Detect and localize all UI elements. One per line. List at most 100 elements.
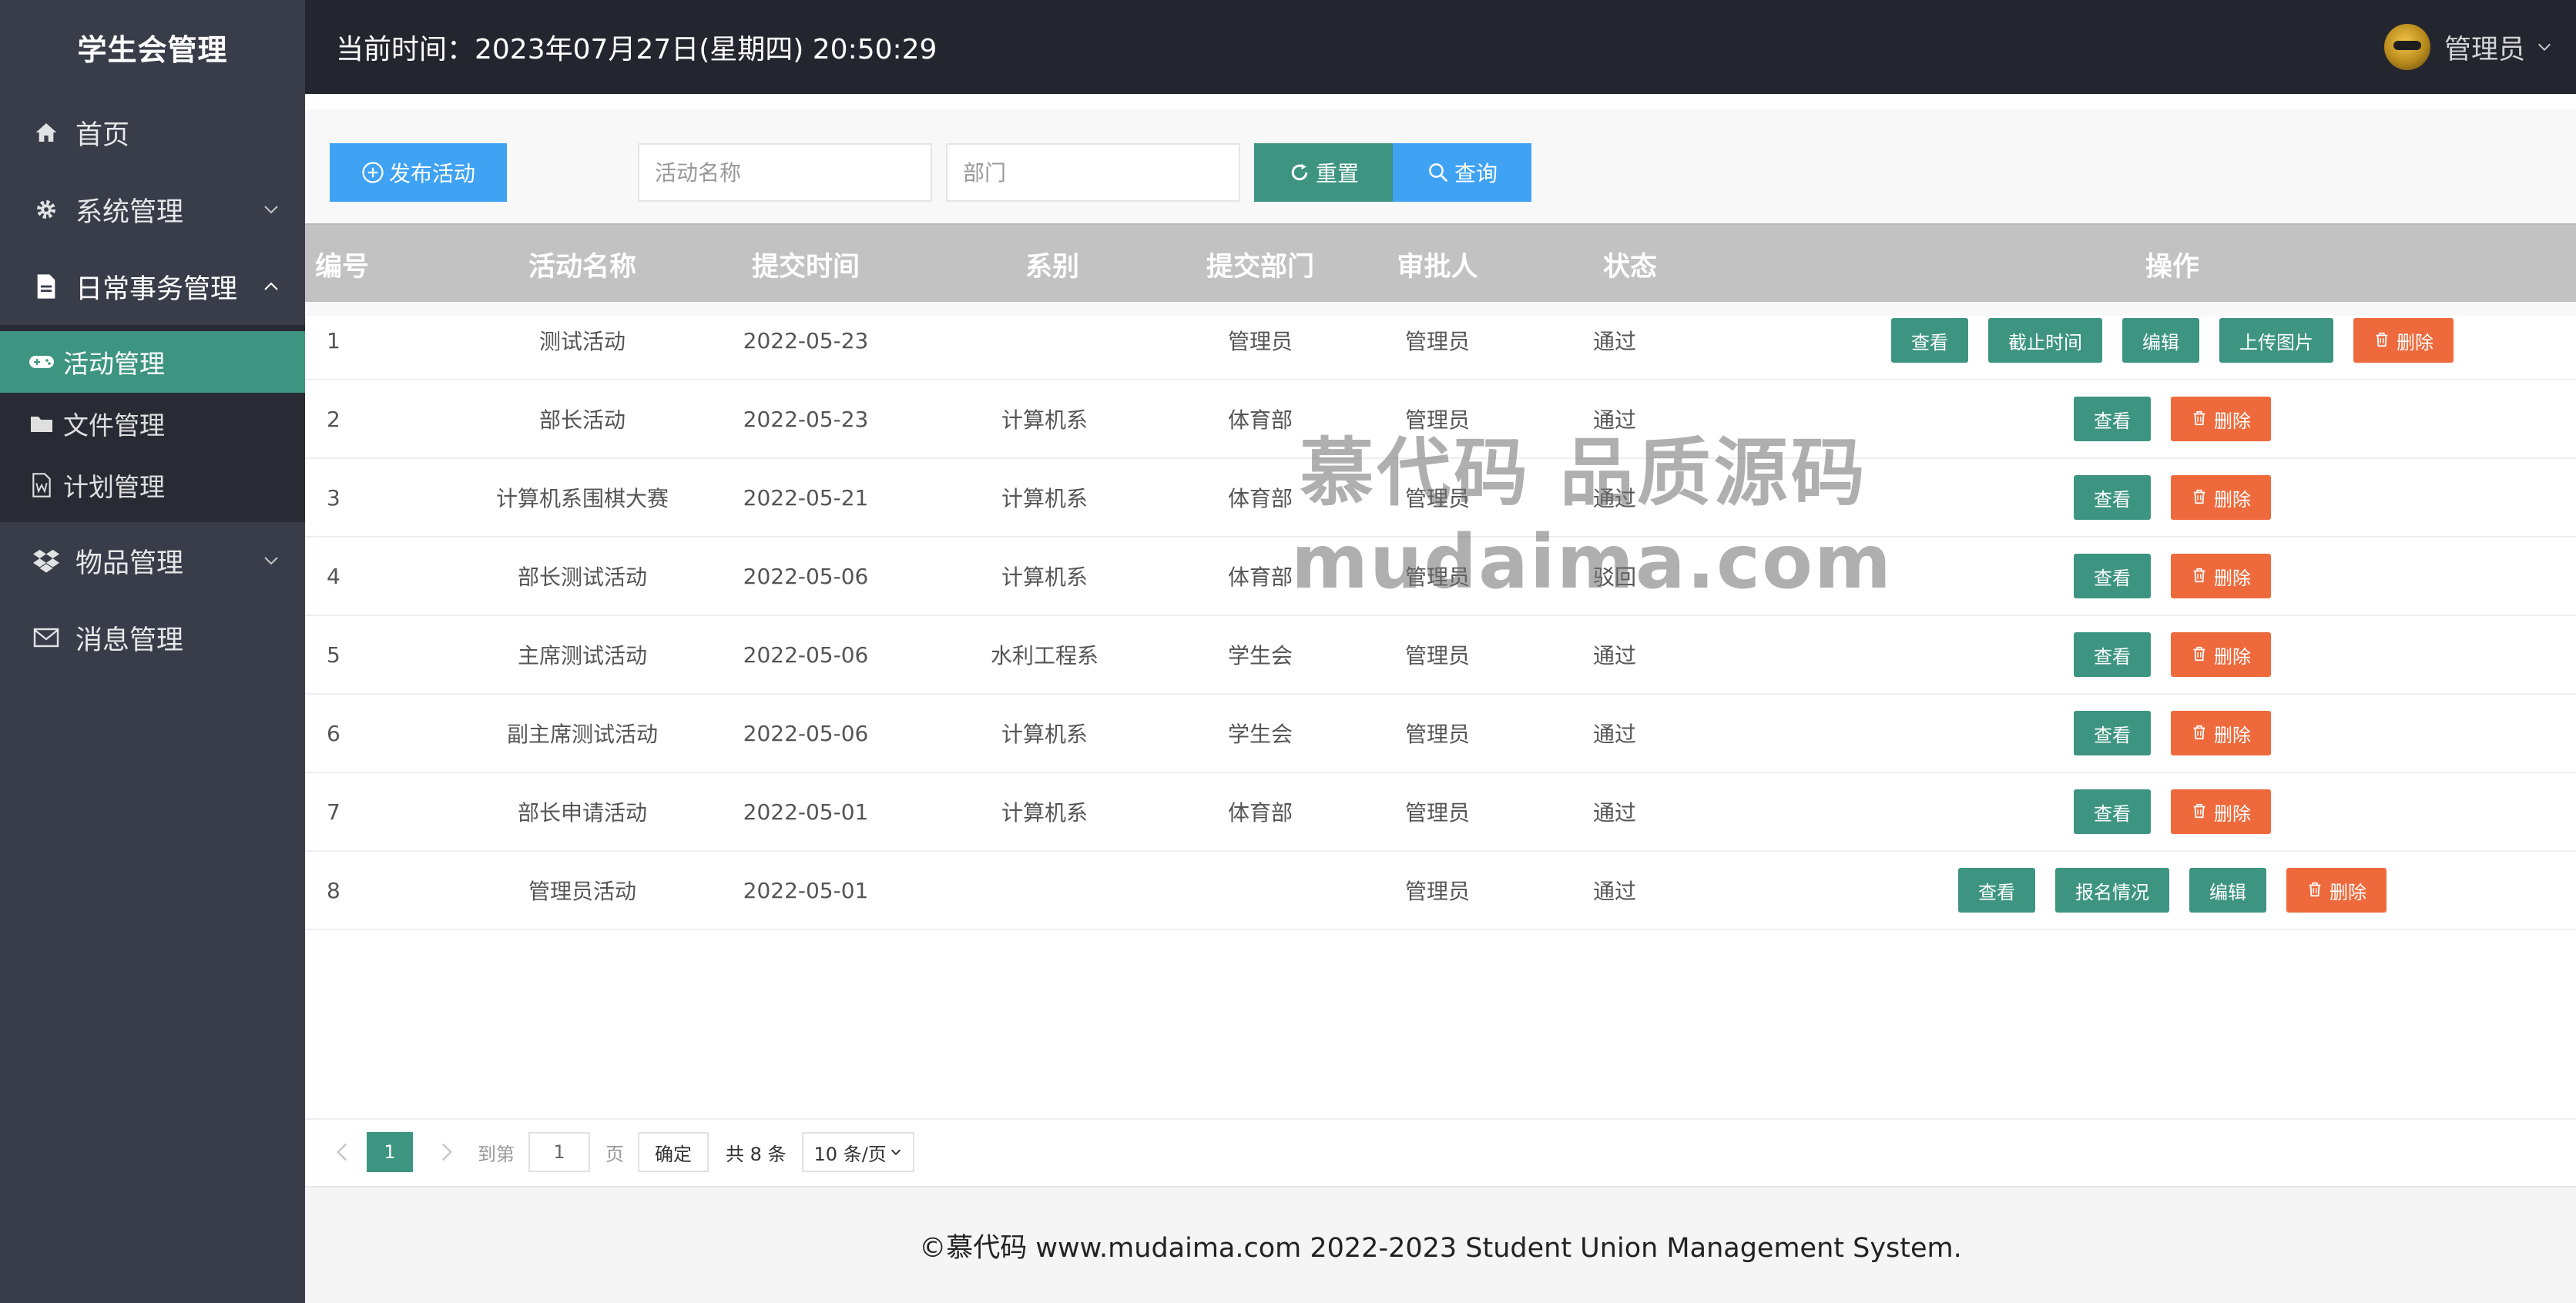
action-label: 报名情况 <box>2075 881 2149 903</box>
cell-time: 2022-05-21 <box>743 484 869 511</box>
query-button[interactable]: 查询 <box>1393 143 1531 202</box>
cell-faculty: 计算机系 <box>1001 486 1088 511</box>
action-label: 删除 <box>2329 881 2366 903</box>
dropbox-icon <box>31 545 62 576</box>
current-time: 当前时间：2023年07月27日(星期四) 20:50:29 <box>336 34 937 65</box>
trash-icon <box>2306 881 2325 899</box>
mail-icon <box>31 622 62 653</box>
action-label: 查看 <box>1911 331 1948 353</box>
column-header: 审批人 <box>1397 251 1478 283</box>
action-button[interactable]: 查看 <box>2074 475 2151 520</box>
action-button[interactable]: 报名情况 <box>2055 868 2169 913</box>
row-actions: 查看 删除 <box>1769 616 2576 693</box>
cell-approver: 管理员 <box>1404 800 1470 826</box>
delete-button[interactable]: 删除 <box>2171 711 2271 755</box>
cell-status: 通过 <box>1592 722 1636 747</box>
cell-faculty: 计算机系 <box>1001 407 1088 433</box>
action-label: 查看 <box>2094 410 2131 432</box>
trash-icon <box>2191 567 2209 585</box>
delete-button[interactable]: 删除 <box>2171 632 2271 677</box>
prev-page-icon[interactable] <box>327 1132 357 1172</box>
sidebar-item-label: 计划管理 <box>63 472 165 502</box>
sidebar-item-messages[interactable]: 消息管理 <box>0 599 305 676</box>
action-button[interactable]: 查看 <box>2074 711 2151 755</box>
sidebar-item-system[interactable]: 系统管理 <box>0 171 305 248</box>
cell-faculty: 水利工程系 <box>990 643 1098 668</box>
total-count: 共 8 条 <box>726 1143 787 1165</box>
action-button[interactable]: 截止时间 <box>1988 318 2102 363</box>
trash-icon <box>2191 645 2209 664</box>
cell-name: 副主席测试活动 <box>506 722 658 747</box>
sidebar-item-files[interactable]: 文件管理 <box>0 393 305 454</box>
cell-dept <box>1160 852 1360 929</box>
sidebar: 学生会管理 首页 系统管理 日常事务管理 活动管理 文件管理 计划管理 物品管理… <box>0 0 305 1303</box>
next-page-icon[interactable] <box>431 1132 462 1172</box>
publish-activity-label: 发布活动 <box>388 161 475 186</box>
trash-icon <box>2191 410 2209 428</box>
publish-activity-button[interactable]: 发布活动 <box>330 143 507 202</box>
row-actions: 查看 删除 <box>1769 773 2576 850</box>
delete-button[interactable]: 删除 <box>2171 475 2271 520</box>
action-label: 查看 <box>1978 881 2015 903</box>
action-button[interactable]: 查看 <box>2074 789 2151 834</box>
column-header: 操作 <box>2145 251 2199 283</box>
page-current[interactable]: 1 <box>367 1132 413 1172</box>
activity-name-input[interactable] <box>638 143 932 202</box>
page-number-input[interactable]: 1 <box>528 1132 590 1172</box>
action-button[interactable]: 查看 <box>2074 397 2151 441</box>
action-label: 删除 <box>2214 567 2251 589</box>
cell-status: 通过 <box>1592 407 1636 433</box>
cell-status: 通过 <box>1592 486 1636 511</box>
cell-name: 计算机系围棋大赛 <box>495 486 669 511</box>
cell-id: 7 <box>327 799 340 825</box>
action-button[interactable]: 查看 <box>2074 632 2151 677</box>
table-row: 7 部长申请活动 2022-05-01 计算机系 体育部 管理员 通过 查看 删除 <box>305 773 2576 852</box>
file-icon <box>31 271 62 302</box>
action-button[interactable]: 查看 <box>1958 868 2035 913</box>
action-button[interactable]: 查看 <box>2074 554 2151 598</box>
action-button[interactable]: 查看 <box>1891 318 1968 363</box>
action-label: 删除 <box>2214 802 2251 825</box>
action-label: 编辑 <box>2209 881 2246 903</box>
sidebar-item-plans[interactable]: 计划管理 <box>0 454 305 516</box>
table-row: 8 管理员活动 2022-05-01 管理员 通过 查看 报名情况 编辑 删除 <box>305 852 2576 930</box>
cell-approver: 管理员 <box>1404 407 1470 433</box>
user-name: 管理员 <box>2444 34 2525 65</box>
goto-label: 到第 <box>478 1143 515 1165</box>
cell-time: 2022-05-06 <box>743 563 869 589</box>
sidebar-item-label: 首页 <box>75 119 130 151</box>
row-actions: 查看 删除 <box>1769 538 2576 615</box>
delete-button[interactable]: 删除 <box>2171 554 2271 598</box>
sidebar-item-activity[interactable]: 活动管理 <box>0 331 305 393</box>
action-label: 截止时间 <box>2008 331 2082 353</box>
sidebar-item-home[interactable]: 首页 <box>0 94 305 171</box>
action-button[interactable]: 编辑 <box>2122 318 2199 363</box>
action-label: 删除 <box>2214 488 2251 511</box>
action-label: 删除 <box>2214 724 2251 746</box>
cell-time: 2022-05-01 <box>743 877 869 903</box>
delete-button[interactable]: 删除 <box>2171 789 2271 834</box>
delete-button[interactable]: 删除 <box>2353 318 2454 363</box>
folder-icon <box>28 410 55 437</box>
delete-button[interactable]: 删除 <box>2286 868 2386 913</box>
cell-id: 4 <box>327 563 340 589</box>
delete-button[interactable]: 删除 <box>2171 397 2271 441</box>
confirm-page-button[interactable]: 确定 <box>638 1132 709 1172</box>
reset-button[interactable]: 重置 <box>1254 143 1393 202</box>
action-button[interactable]: 编辑 <box>2189 868 2266 913</box>
department-input[interactable] <box>946 143 1240 202</box>
page-size-value: 10 条/页 <box>813 1143 887 1165</box>
query-label: 查询 <box>1454 161 1498 186</box>
cell-dept: 学生会 <box>1227 643 1293 668</box>
action-label: 删除 <box>2214 645 2251 668</box>
plus-circle-icon <box>361 161 384 184</box>
user-menu[interactable]: 管理员 <box>2383 0 2553 94</box>
sidebar-item-items[interactable]: 物品管理 <box>0 522 305 599</box>
cell-name: 主席测试活动 <box>517 643 647 668</box>
action-button[interactable]: 上传图片 <box>2219 318 2333 363</box>
action-label: 上传图片 <box>2239 331 2313 353</box>
cell-id: 5 <box>327 641 340 668</box>
page-size-select[interactable]: 10 条/页 <box>801 1132 914 1172</box>
action-label: 查看 <box>2094 802 2131 825</box>
sidebar-item-daily[interactable]: 日常事务管理 <box>0 248 305 325</box>
